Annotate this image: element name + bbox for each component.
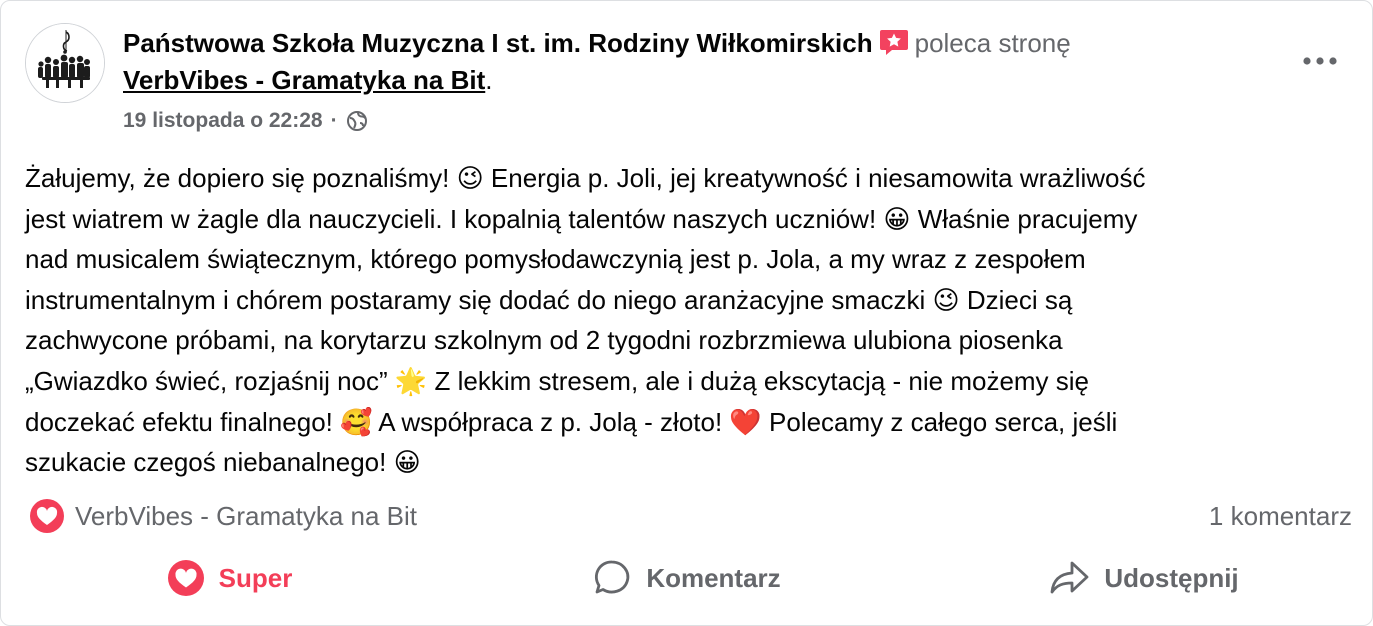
comment-count[interactable]: 1 komentarz — [1209, 501, 1352, 532]
recommendation-post: Państwowa Szkoła Muzyczna I st. im. Rodz… — [0, 0, 1373, 626]
reaction-name: VerbVibes - Gramatyka na Bit — [75, 500, 418, 531]
love-reaction-icon — [30, 499, 64, 533]
post-timestamp[interactable]: 19 listopada o 22:28 — [123, 109, 323, 133]
share-button[interactable]: Udostępnij — [915, 553, 1372, 603]
school-avatar[interactable] — [25, 23, 105, 103]
more-options-button[interactable] — [1298, 41, 1342, 81]
post-stats-bar: VerbVibes - Gramatyka na Bit 1 komentarz — [29, 497, 1352, 535]
share-label: Udostępnij — [1104, 562, 1239, 593]
meta-separator: · — [330, 109, 338, 132]
heart-reaction-icon — [167, 560, 204, 596]
page-suffix: . — [485, 65, 493, 95]
author-name[interactable]: Państwowa Szkoła Muzyczna I st. im. Rodz… — [123, 28, 873, 58]
globe-icon[interactable] — [346, 110, 368, 132]
super-reaction-button[interactable]: Super — [1, 553, 458, 603]
post-actions-bar: Super Komentarz Udostępnij — [1, 553, 1372, 603]
post-body-text: Żałujemy, że dopiero się poznaliśmy! 😉 E… — [25, 163, 1146, 478]
post-meta: 19 listopada o 22:28 · — [123, 109, 368, 133]
super-label: Super — [218, 562, 293, 593]
recommendation-star-icon — [879, 28, 909, 56]
comment-label: Komentarz — [646, 562, 781, 593]
share-arrow-icon — [1050, 561, 1089, 594]
choir-silhouette-icon — [26, 24, 104, 102]
reaction-summary[interactable]: VerbVibes - Gramatyka na Bit — [29, 498, 417, 534]
post-header: Państwowa Szkoła Muzyczna I st. im. Rodz… — [123, 25, 1243, 99]
comment-bubble-icon — [595, 560, 630, 594]
recommended-page-link[interactable]: VerbVibes - Gramatyka na Bit — [123, 65, 485, 95]
comment-button[interactable]: Komentarz — [458, 553, 915, 603]
more-dots-icon — [1303, 57, 1337, 65]
recommendation-action-text: poleca stronę — [914, 28, 1071, 58]
